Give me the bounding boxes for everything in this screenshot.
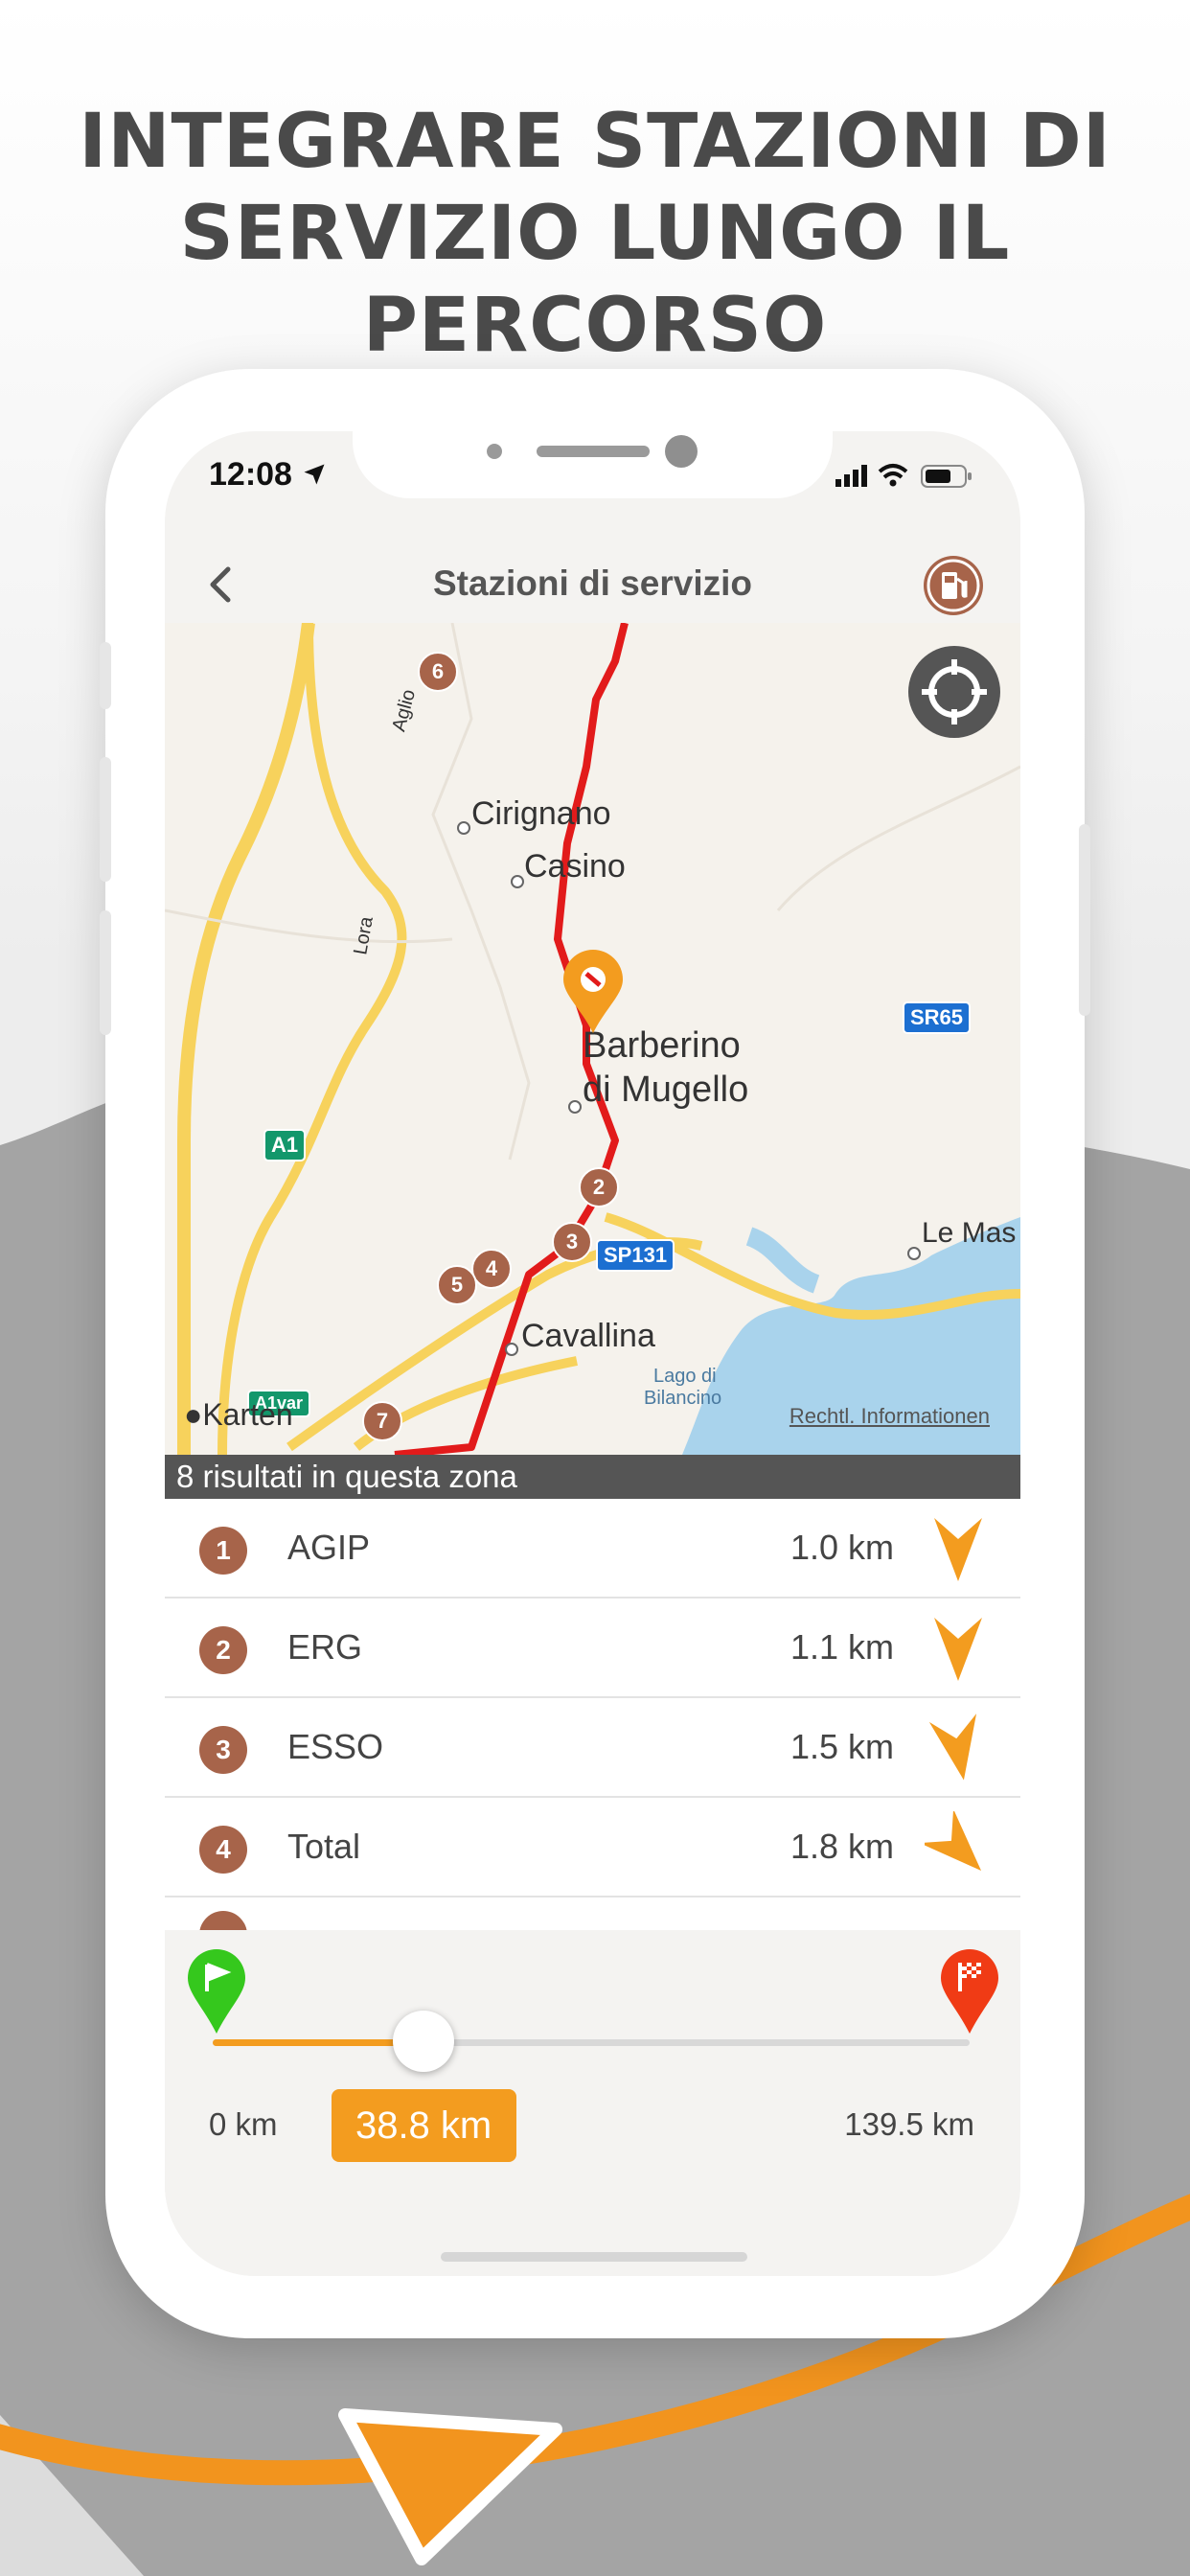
list-item[interactable]: 3 ESSO 1.5 km bbox=[165, 1698, 1020, 1798]
front-camera bbox=[665, 435, 698, 468]
road-shield-a1: A1 bbox=[263, 1129, 307, 1162]
station-distance: 1.5 km bbox=[790, 1727, 894, 1766]
list-item[interactable]: 4 Total 1.8 km bbox=[165, 1798, 1020, 1898]
station-distance: 1.8 km bbox=[790, 1827, 894, 1866]
home-indicator[interactable] bbox=[441, 2252, 747, 2262]
road-shield-sp131: SP131 bbox=[596, 1239, 675, 1272]
phone-volume-up bbox=[100, 757, 111, 882]
max-distance-label: 139.5 km bbox=[844, 2106, 974, 2142]
fuel-pump-icon bbox=[927, 559, 980, 612]
map-label-le-mas: Le Mas bbox=[922, 1217, 1017, 1249]
nav-bar: Stazioni di servizio bbox=[165, 537, 1020, 632]
station-number-badge bbox=[199, 1911, 247, 1930]
direction-arrow-icon bbox=[925, 1811, 982, 1872]
list-item[interactable]: 2 ERG 1.1 km bbox=[165, 1598, 1020, 1698]
direction-arrow-icon bbox=[928, 1714, 977, 1781]
station-name: ESSO bbox=[287, 1727, 384, 1766]
phone-notch bbox=[353, 431, 833, 498]
headline: INTEGRARE STAZIONI DI SERVIZIO LUNGO IL … bbox=[0, 96, 1190, 372]
list-item[interactable] bbox=[165, 1898, 1020, 1930]
station-number-badge: 2 bbox=[199, 1626, 247, 1674]
station-name: Total bbox=[287, 1827, 361, 1866]
direction-arrow-icon bbox=[934, 1518, 982, 1581]
wifi-icon bbox=[878, 464, 908, 487]
current-distance-label: 38.8 km bbox=[331, 2089, 516, 2162]
map-label-lago: Lago di bbox=[653, 1366, 717, 1387]
map-pin-5[interactable]: 5 bbox=[437, 1265, 477, 1305]
results-banner: 8 risultati in questa zona bbox=[165, 1455, 1020, 1499]
battery-icon bbox=[921, 465, 972, 488]
status-icons bbox=[835, 464, 972, 488]
map-label-casino: Casino bbox=[524, 848, 626, 885]
crosshair-icon bbox=[922, 659, 987, 724]
status-time: 12:08 bbox=[209, 456, 328, 494]
station-number-badge: 1 bbox=[199, 1527, 247, 1575]
locate-button[interactable] bbox=[908, 646, 1000, 738]
map-attribution-text: Karten bbox=[202, 1397, 293, 1432]
earpiece-speaker bbox=[537, 446, 650, 457]
station-distance: 1.1 km bbox=[790, 1627, 894, 1667]
phone-mute-switch bbox=[100, 642, 111, 709]
signal-icon bbox=[835, 465, 867, 487]
headline-line-2: SERVIZIO LUNGO IL PERCORSO bbox=[179, 191, 1011, 369]
legal-link[interactable]: Rechtl. Informationen bbox=[790, 1404, 990, 1429]
station-name: AGIP bbox=[287, 1528, 371, 1567]
map-view[interactable]: Cirignano Casino Barberino di Mugello Ca… bbox=[165, 623, 1020, 1455]
fuel-filter-button[interactable] bbox=[924, 556, 983, 615]
map-pin-4[interactable]: 4 bbox=[471, 1249, 512, 1289]
map-label-mugello: di Mugello bbox=[583, 1070, 749, 1110]
map-pin-7[interactable]: 7 bbox=[362, 1401, 402, 1441]
map-pin-3[interactable]: 3 bbox=[552, 1222, 592, 1262]
distance-slider-thumb[interactable] bbox=[392, 2011, 454, 2072]
status-time-text: 12:08 bbox=[209, 456, 292, 493]
min-distance-label: 0 km bbox=[209, 2106, 278, 2142]
map-label-cirignano: Cirignano bbox=[471, 795, 611, 832]
map-pin-2[interactable]: 2 bbox=[579, 1167, 619, 1208]
start-flag-icon bbox=[188, 1949, 245, 2034]
map-pin-6[interactable]: 6 bbox=[418, 652, 458, 692]
direction-arrow-icon bbox=[934, 1618, 982, 1681]
current-position-pin-icon bbox=[563, 950, 623, 1033]
phone-power-button bbox=[1079, 824, 1090, 1016]
distance-slider-track[interactable] bbox=[213, 2039, 970, 2046]
station-number-badge: 3 bbox=[199, 1726, 247, 1774]
distance-slider-fill bbox=[213, 2039, 423, 2046]
road-shield-sr65: SR65 bbox=[903, 1001, 972, 1034]
headline-line-1: INTEGRARE STAZIONI DI bbox=[79, 99, 1111, 185]
page-title: Stazioni di servizio bbox=[432, 564, 753, 603]
station-list[interactable]: 1 AGIP 1.0 km 2 ERG 1.1 km 3 ESSO 1.5 km… bbox=[165, 1499, 1020, 1930]
distance-panel: 0 km 38.8 km 139.5 km bbox=[165, 1930, 1020, 2276]
station-number-badge: 4 bbox=[199, 1826, 247, 1874]
map-label-bilancino: Bilancino bbox=[644, 1388, 722, 1409]
finish-flag-icon bbox=[941, 1949, 998, 2034]
map-attribution: ●Karten bbox=[184, 1397, 293, 1433]
phone-volume-down bbox=[100, 910, 111, 1035]
map-label-cavallina: Cavallina bbox=[521, 1318, 655, 1354]
proximity-sensor bbox=[487, 444, 502, 459]
location-arrow-icon bbox=[304, 464, 325, 485]
list-item[interactable]: 1 AGIP 1.0 km bbox=[165, 1499, 1020, 1598]
apple-icon: ● bbox=[184, 1397, 203, 1432]
station-name: ERG bbox=[287, 1627, 363, 1667]
phone-screen: 12:08 Stazioni di servizio Cirignano Cas… bbox=[165, 431, 1020, 2276]
station-distance: 1.0 km bbox=[790, 1528, 894, 1567]
